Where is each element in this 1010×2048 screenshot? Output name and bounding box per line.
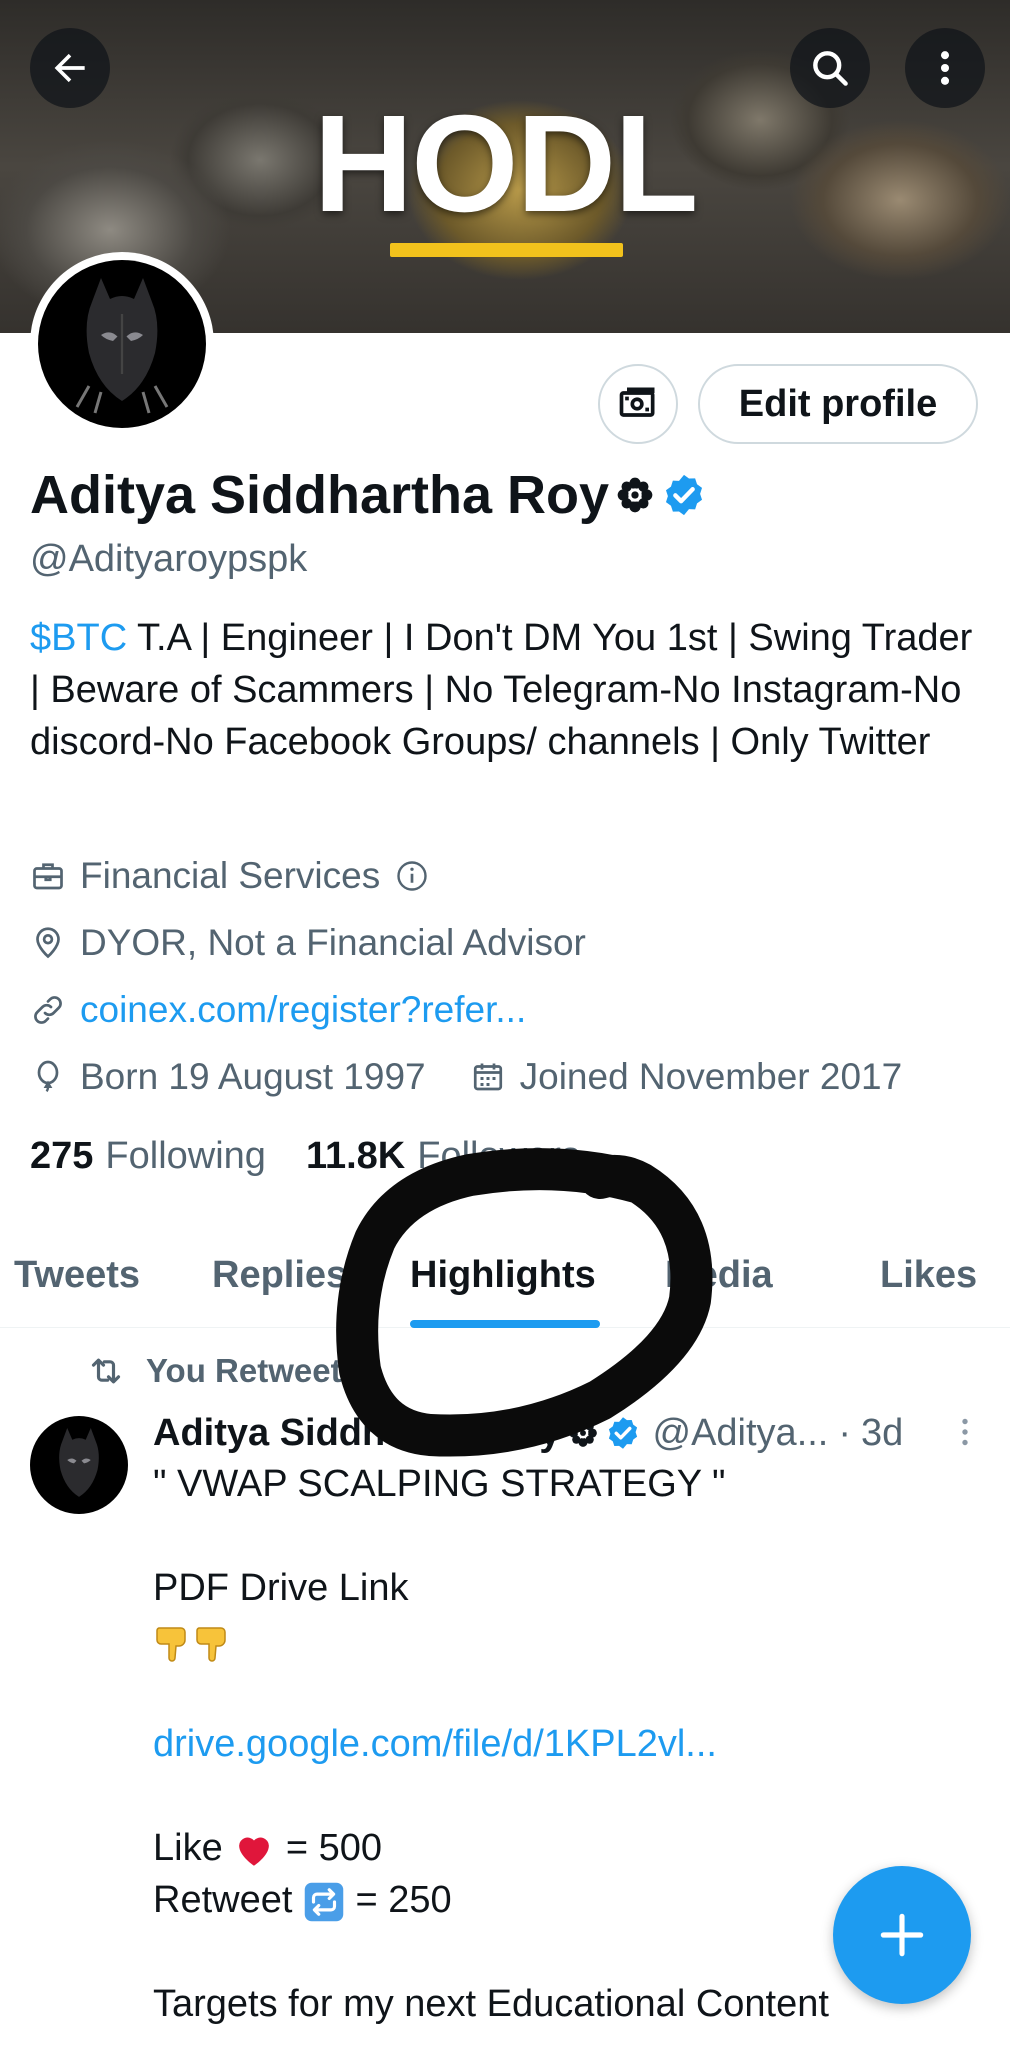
retweet-icon: [91, 1358, 121, 1384]
joined-text: Joined November 2017: [519, 1056, 903, 1097]
plus-icon: [880, 1913, 924, 1957]
more-vertical-icon: [940, 51, 950, 85]
tweet-like-goal: Like = 500: [153, 1822, 983, 1874]
followers-label: Followers: [417, 1134, 580, 1177]
birth-text: Born 19 August 1997: [80, 1056, 426, 1097]
balloon-icon: [37, 1060, 59, 1093]
tab-replies[interactable]: Replies: [212, 1254, 347, 1297]
back-button[interactable]: [30, 28, 110, 108]
profile-name: Aditya Siddhartha Roy: [30, 465, 610, 525]
more-vertical-icon[interactable]: [947, 1414, 983, 1450]
bio-text: T.A | Engineer | I Don't DM You 1st | Sw…: [30, 617, 973, 763]
followers-link[interactable]: 11.8K Followers: [306, 1135, 580, 1178]
profile-category: Financial Services: [30, 852, 430, 900]
like-goal-label: Like: [153, 1827, 223, 1869]
banner-underline: [390, 243, 623, 257]
following-label: Following: [105, 1134, 266, 1177]
like-goal-value: = 500: [275, 1827, 382, 1869]
avatar-mask-icon: [75, 278, 169, 414]
profile-page: HODL Edit profile Aditya Siddhartha Roy …: [0, 0, 1010, 2048]
profile-avatar[interactable]: [30, 252, 214, 436]
verified-badge-icon: [608, 1417, 637, 1449]
retweet-goal-label: Retweet: [153, 1879, 293, 1921]
profile-location: DYOR, Not a Financial Advisor: [30, 919, 586, 967]
red-heart-icon: [239, 1837, 270, 1866]
more-options-button[interactable]: [905, 28, 985, 108]
followers-count: 11.8K: [305, 1134, 406, 1177]
profile-website: coinex.com/register?refer...: [30, 986, 526, 1034]
tweet-header: Aditya Siddhartha Roy @Aditya... · 3d: [153, 1408, 983, 1458]
search-icon: [813, 51, 848, 86]
tweet-author-avatar[interactable]: [30, 1416, 128, 1514]
tweet-author-handle[interactable]: @Aditya...: [653, 1412, 829, 1455]
tweet-line-pdf: PDF Drive Link: [153, 1567, 409, 1609]
arrow-left-icon: [54, 53, 85, 83]
tweet-line-title: " VWAP SCALPING STRATEGY ": [153, 1463, 726, 1505]
location-pin-icon: [36, 927, 60, 959]
retweet-context-text: You Retweeted: [146, 1352, 381, 1389]
monetization-button[interactable]: [598, 364, 678, 444]
retweet-goal-value: = 250: [344, 1879, 452, 1921]
calendar-icon: [473, 1063, 502, 1091]
location-text: DYOR, Not a Financial Advisor: [80, 922, 586, 963]
tab-media[interactable]: Media: [665, 1254, 773, 1297]
profile-handle: @Adityaroypspk: [30, 538, 308, 580]
profile-bio: $BTC T.A | Engineer | I Don't DM You 1st…: [30, 612, 980, 768]
website-link[interactable]: coinex.com/register?refer...: [80, 989, 526, 1031]
banner-text: HODL: [313, 87, 699, 241]
edit-profile-button[interactable]: Edit profile: [698, 364, 978, 444]
tab-tweets[interactable]: Tweets: [14, 1254, 140, 1297]
flower-icon: [568, 1419, 597, 1447]
follow-stats: 275 Following 11.8K Followers: [30, 1130, 580, 1182]
category-text: Financial Services: [80, 855, 381, 896]
point-down-icon: [196, 1627, 226, 1662]
point-down-icon: [156, 1627, 186, 1662]
info-icon[interactable]: [394, 858, 430, 894]
compose-tweet-button[interactable]: [833, 1866, 971, 2004]
link-icon: [34, 996, 62, 1024]
verified-badge-icon[interactable]: [661, 472, 707, 518]
flower-icon: [617, 477, 653, 513]
briefcase-icon: [33, 863, 63, 890]
repeat-emoji-icon: [304, 1882, 344, 1922]
active-tab-indicator: [410, 1320, 600, 1328]
following-link[interactable]: 275 Following: [30, 1135, 266, 1178]
following-count: 275: [30, 1134, 94, 1177]
tweet-separator-dot: ·: [838, 1411, 852, 1454]
cash-icon: [619, 387, 655, 417]
retweet-context: You Retweeted: [86, 1348, 380, 1394]
tab-highlights[interactable]: Highlights: [410, 1254, 596, 1297]
tweet-author-name[interactable]: Aditya Siddhartha Roy: [153, 1412, 561, 1455]
tab-likes[interactable]: Likes: [880, 1254, 977, 1297]
tweet-drive-link[interactable]: drive.google.com/file/d/1KPL2vl...: [153, 1718, 983, 1770]
profile-tabs: Tweets Replies Highlights Media Likes: [0, 1240, 1010, 1328]
bio-cashtag-link[interactable]: $BTC: [30, 617, 127, 659]
avatar-mask-icon: [59, 1428, 99, 1497]
profile-dates: Born 19 August 1997 Joined November 2017: [30, 1053, 902, 1101]
pointing-down-emoji-row: [153, 1614, 983, 1666]
tweet-timestamp[interactable]: 3d: [861, 1412, 903, 1455]
profile-name-row: Aditya Siddhartha Roy: [30, 460, 707, 530]
search-button[interactable]: [790, 28, 870, 108]
